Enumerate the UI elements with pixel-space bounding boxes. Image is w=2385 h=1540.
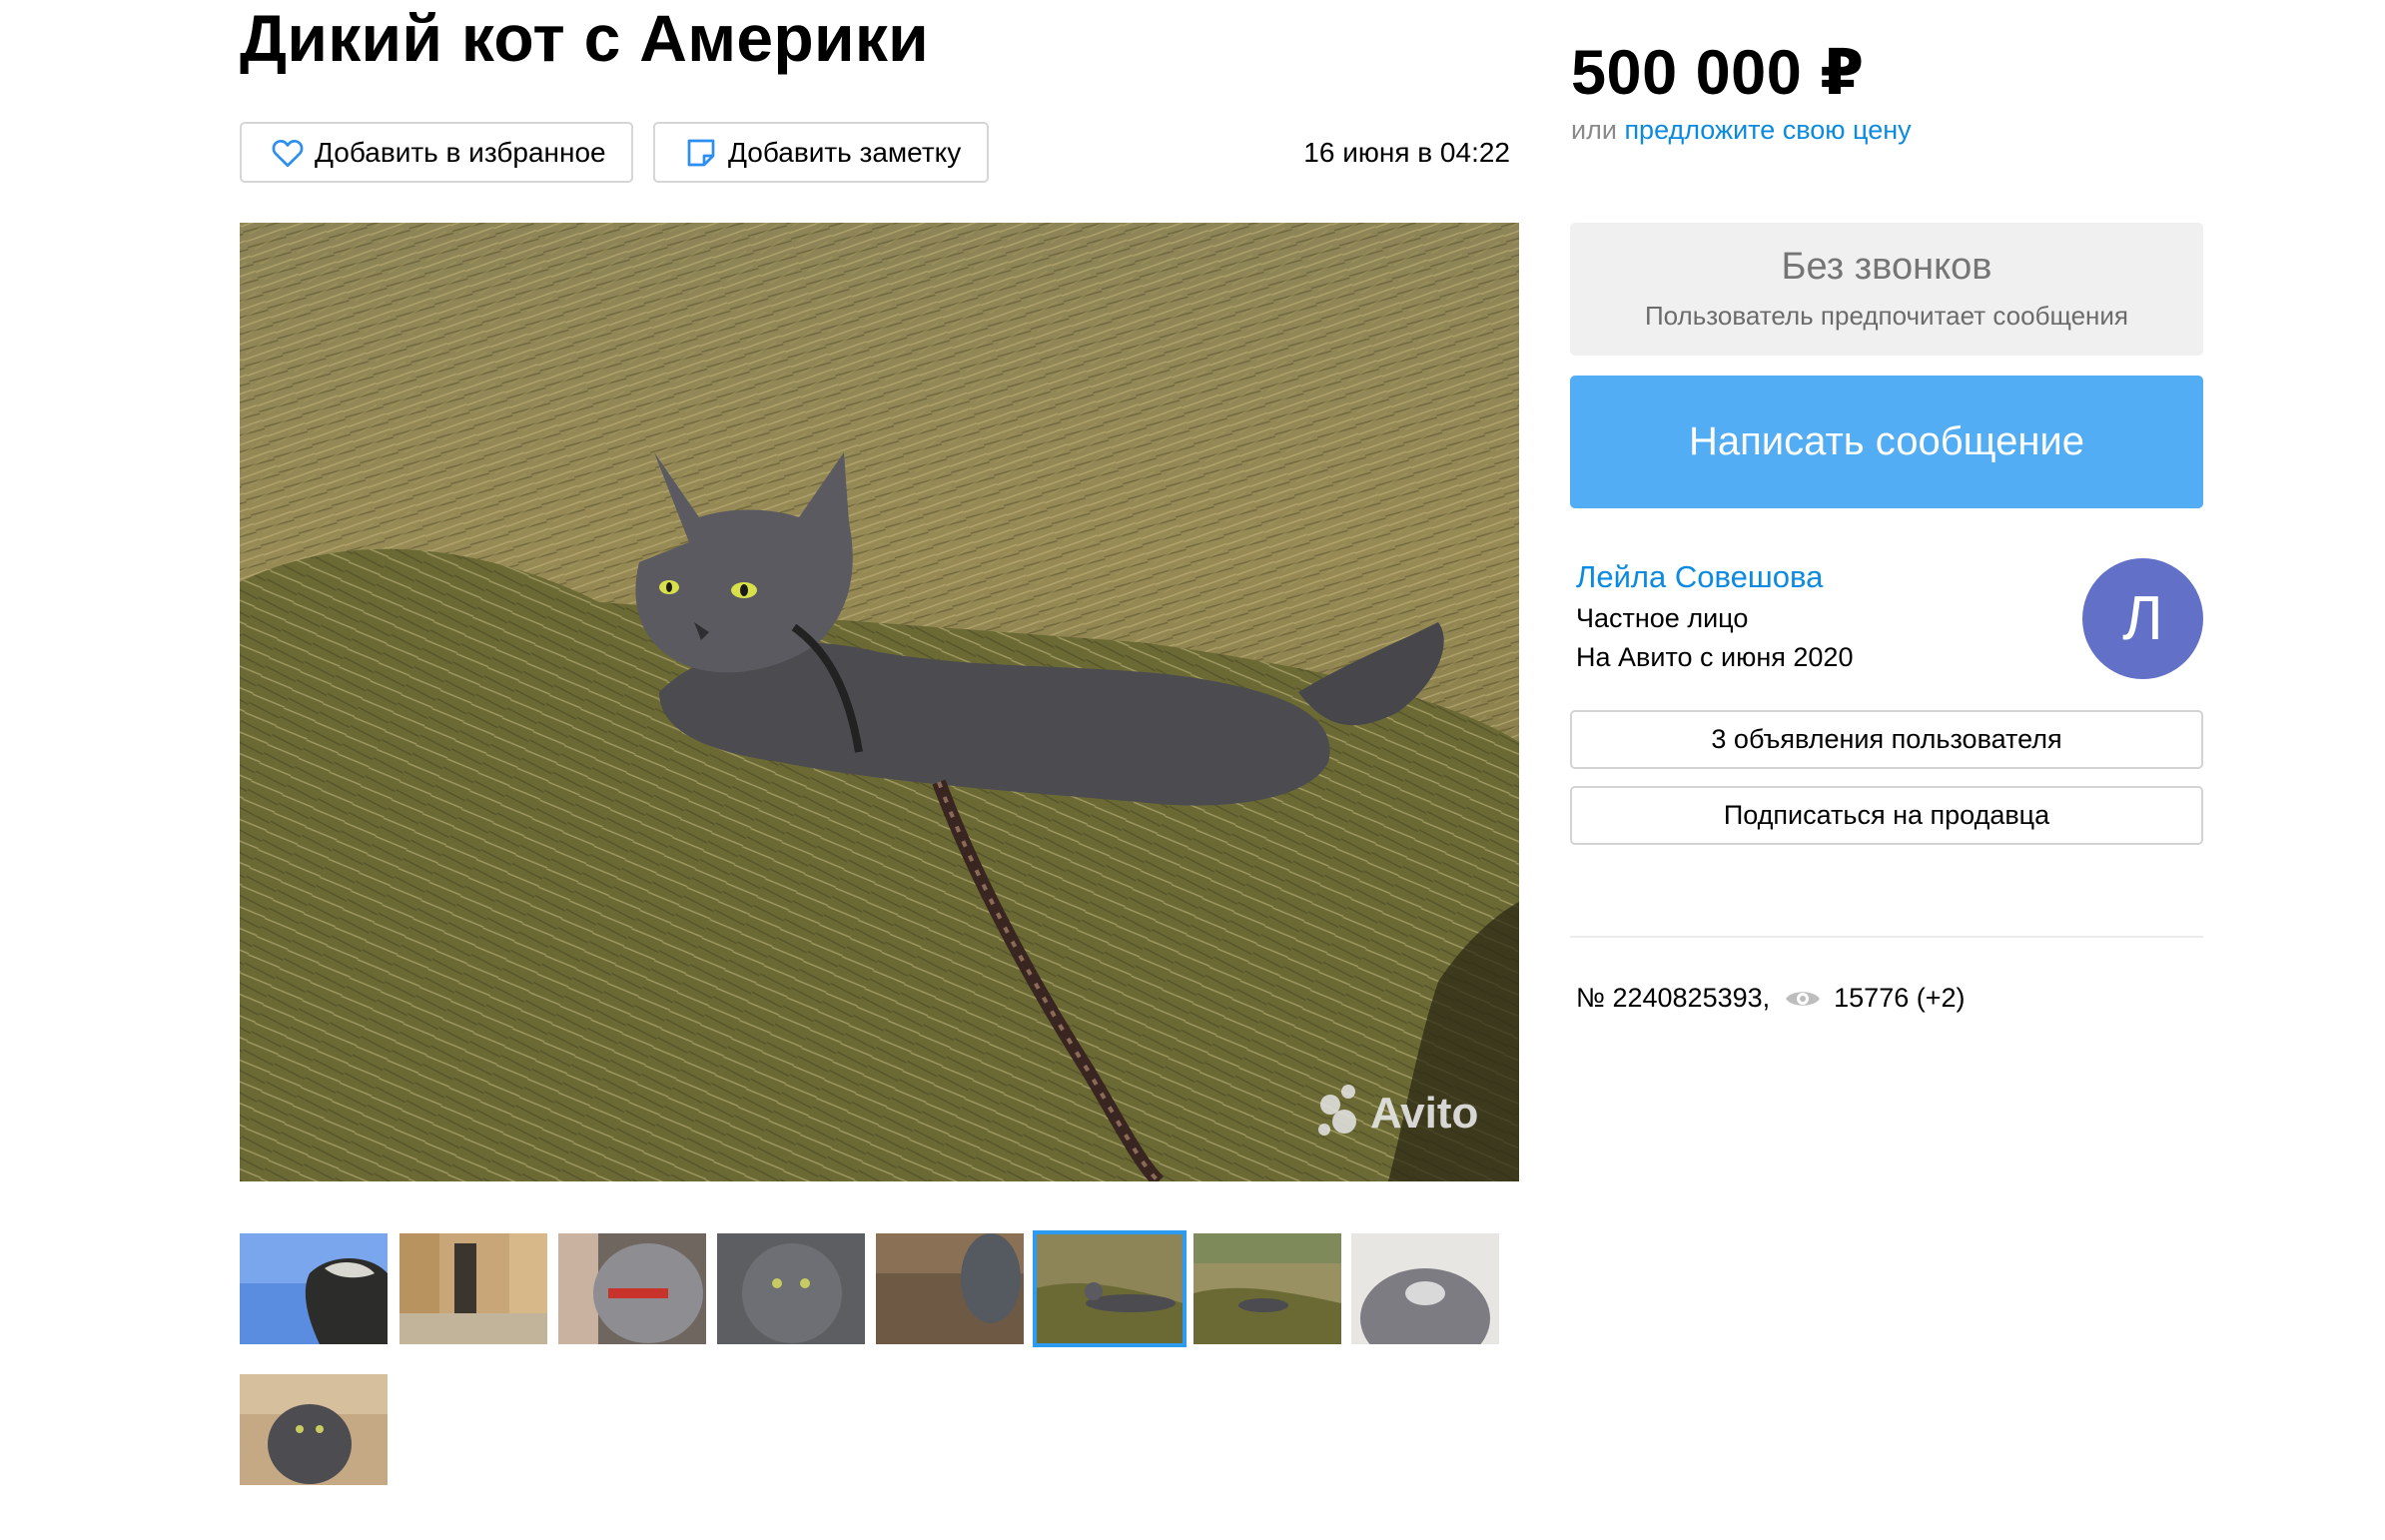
thumbnail-7[interactable] <box>1193 1233 1341 1344</box>
thumbnail-5[interactable] <box>876 1233 1024 1344</box>
listing-title: Дикий кот с Америки <box>240 1 930 75</box>
add-note-label: Добавить заметку <box>728 136 962 168</box>
thumbnail-8[interactable] <box>1351 1233 1499 1344</box>
no-calls-notice: Без звонков Пользователь предпочитает со… <box>1570 223 2203 356</box>
add-note-button[interactable]: Добавить заметку <box>653 122 989 183</box>
no-calls-subtitle: Пользователь предпочитает сообщения <box>1644 301 2128 331</box>
no-calls-title: Без звонков <box>1781 246 1992 288</box>
main-photo[interactable]: Avito <box>240 223 1519 1181</box>
thumbnail-1[interactable] <box>240 1233 388 1344</box>
add-to-favorites-label: Добавить в избранное <box>315 136 606 168</box>
heart-outline-icon <box>270 135 306 171</box>
views-count: 15776 (+2) <box>1834 983 1966 1013</box>
thumbnail-2[interactable] <box>399 1233 547 1344</box>
listing-page: Дикий кот с Америки Добавить в избранное… <box>0 0 2385 1540</box>
seller-type: Частное лицо <box>1576 603 1749 633</box>
offer-price-link[interactable]: предложите свою цену <box>1624 115 1911 145</box>
divider <box>1570 936 2203 938</box>
subscribe-seller-button[interactable]: Подписаться на продавца <box>1570 786 2203 845</box>
price: 500 000 ₽ <box>1571 38 1865 108</box>
seller-name-link[interactable]: Лейла Совешова <box>1576 559 1823 595</box>
listing-date: 16 июня в 04:22 <box>1303 137 1510 168</box>
offer-prefix: или <box>1571 115 1617 145</box>
listing-number: № 2240825393, <box>1576 983 1771 1013</box>
seller-ads-button[interactable]: 3 объявления пользователя <box>1570 710 2203 769</box>
seller-avatar[interactable]: Л <box>2082 558 2203 679</box>
seller-since: На Авито с июня 2020 <box>1576 642 1854 672</box>
eye-icon <box>1784 987 1822 1011</box>
sticky-note-icon <box>683 135 719 171</box>
thumbnail-6-active[interactable] <box>1033 1230 1187 1347</box>
thumbnail-9[interactable] <box>240 1374 388 1485</box>
offer-line: или предложите свою цену <box>1571 115 1912 146</box>
listing-stats: № 2240825393, 15776 (+2) <box>1576 983 1966 1014</box>
avito-watermark-text: Avito <box>1370 1089 1478 1138</box>
write-message-button[interactable]: Написать сообщение <box>1570 376 2203 508</box>
thumbnail-3[interactable] <box>558 1233 706 1344</box>
add-to-favorites-button[interactable]: Добавить в избранное <box>240 122 633 183</box>
thumbnail-4[interactable] <box>717 1233 865 1344</box>
